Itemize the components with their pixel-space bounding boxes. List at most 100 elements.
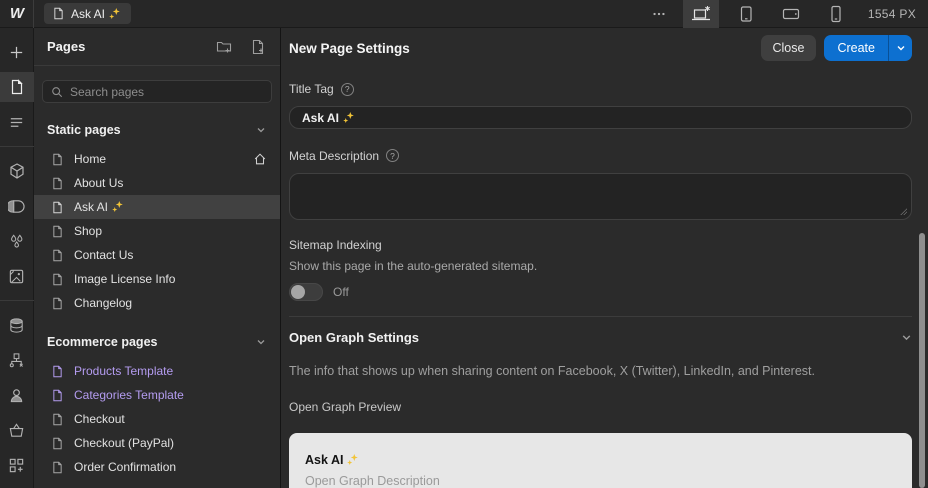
page-item-label: Shop [74,224,102,238]
webflow-designer: W Ask AI [0,0,928,488]
breakpoint-phone-landscape[interactable] [773,0,809,28]
open-page-tab-label: Ask AI [71,7,121,21]
page-item-label: Checkout (PayPal) [74,436,174,450]
sitemap-indexing-label: Sitemap Indexing [289,238,382,252]
page-item-changelog[interactable]: Changelog [34,291,280,315]
page-item-categories-template[interactable]: Categories Template [34,383,280,407]
chevron-down-icon [896,43,906,53]
page-settings-panel: New Page Settings Close Create Title Tag [281,28,928,488]
search-icon [51,86,63,98]
pages-icon [9,79,25,95]
page-item-checkout-paypal[interactable]: Checkout (PayPal) [34,431,280,455]
page-icon [51,225,64,238]
page-item-label: Changelog [74,296,132,310]
section-header-ecommerce-pages[interactable]: Ecommerce pages [34,328,280,356]
page-item-label: About Us [74,176,123,190]
page-item-products-template[interactable]: Products Template [34,359,280,383]
create-options-button[interactable] [888,35,912,61]
section-header-static-pages[interactable]: Static pages [34,116,280,144]
breakpoint-desktop-base[interactable] [683,0,719,28]
cms-button[interactable] [0,310,34,340]
create-button[interactable]: Create [824,35,888,61]
breakpoint-tablet[interactable] [728,0,764,28]
page-icon [51,177,64,190]
new-folder-icon[interactable] [216,39,232,55]
top-bar: W Ask AI [0,0,928,28]
chevron-down-icon [256,337,266,347]
apps-icon [8,457,25,474]
page-item-label: Ask AI [74,200,124,214]
variables-icon [8,198,25,215]
desktop-base-icon [690,4,712,24]
page-item-order-confirmation[interactable]: Order Confirmation [34,455,280,479]
canvas-width-value[interactable]: 1554 PX [868,7,916,21]
page-icon [51,153,64,166]
search-placeholder: Search pages [70,85,144,99]
variables-button[interactable] [0,191,34,221]
meta-description-help-icon[interactable]: ? [386,149,399,162]
page-item-home[interactable]: Home [34,147,280,171]
title-tag-input[interactable]: Ask AI [289,106,912,128]
users-button[interactable] [0,380,34,410]
page-item-label: Home [74,152,106,166]
page-item-contact-us[interactable]: Contact Us [34,243,280,267]
page-item-ask-ai[interactable]: Ask AI [34,195,280,219]
assets-button[interactable] [0,261,34,291]
search-pages-input[interactable]: Search pages [42,80,272,103]
open-page-tab[interactable]: Ask AI [44,3,131,24]
apps-button[interactable] [0,450,34,480]
meta-description-input[interactable] [289,173,912,220]
breakpoint-phone-portrait[interactable] [818,0,854,28]
chevron-down-icon [901,332,912,343]
webflow-logo-glyph: W [10,5,23,22]
page-icon [51,413,64,426]
ecommerce-icon [8,422,25,439]
cms-icon [8,317,25,334]
style-manager-button[interactable] [0,226,34,256]
open-graph-preview-card: Ask AI Open Graph Description [289,433,912,488]
page-icon [52,7,65,20]
section-label: Static pages [47,123,121,137]
phone-landscape-icon [781,4,801,24]
users-icon [8,387,25,404]
page-item-image-license-info[interactable]: Image License Info [34,267,280,291]
settings-title: New Page Settings [289,41,410,56]
title-tag-label: Title Tag [289,82,334,96]
webflow-logo[interactable]: W [0,0,34,28]
pages-panel-button[interactable] [0,72,34,102]
page-item-checkout[interactable]: Checkout [34,407,280,431]
sparkle-icon [111,200,124,213]
page-icon [51,389,64,402]
logic-button[interactable] [0,345,34,375]
sitemap-indexing-description: Show this page in the auto-generated sit… [289,259,912,273]
page-item-label: Products Template [74,364,173,378]
more-menu-button[interactable] [644,0,674,28]
open-graph-preview-label: Open Graph Preview [289,400,912,414]
ecommerce-button[interactable] [0,415,34,445]
sitemap-indexing-toggle[interactable] [289,283,323,301]
left-toolbar [0,28,34,488]
assets-icon [8,268,25,285]
navigator-icon [8,114,25,131]
navigator-button[interactable] [0,107,34,137]
open-graph-description: The info that shows up when sharing cont… [289,364,912,378]
open-graph-settings-header[interactable]: Open Graph Settings [289,330,912,345]
sparkle-icon [346,453,359,466]
components-button[interactable] [0,156,34,186]
new-page-icon[interactable] [250,39,266,55]
section-label: Ecommerce pages [47,335,157,349]
close-button[interactable]: Close [761,35,817,61]
sitemap-toggle-state: Off [333,285,349,299]
page-item-label: Checkout [74,412,125,426]
open-graph-settings-title: Open Graph Settings [289,330,419,345]
logic-icon [8,352,25,369]
chevron-down-icon [256,125,266,135]
page-icon [51,461,64,474]
meta-description-label: Meta Description [289,149,379,163]
add-element-button[interactable] [0,37,34,67]
page-item-about-us[interactable]: About Us [34,171,280,195]
title-tag-help-icon[interactable]: ? [341,83,354,96]
page-item-shop[interactable]: Shop [34,219,280,243]
page-icon [51,249,64,262]
vertical-scrollbar[interactable] [919,233,925,488]
